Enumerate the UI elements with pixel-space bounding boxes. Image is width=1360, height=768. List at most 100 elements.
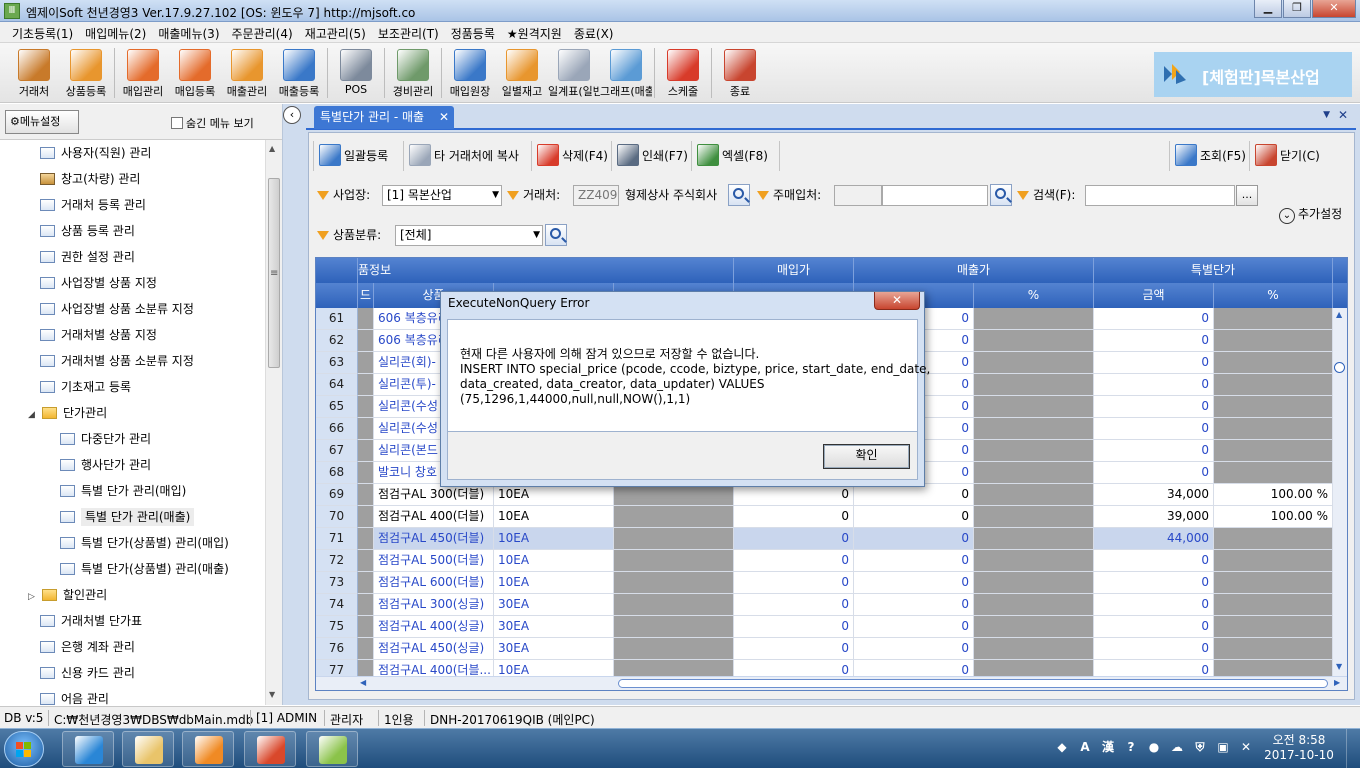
cell-code[interactable] bbox=[358, 550, 374, 572]
menu-tree-item[interactable]: 사업장별 상품 소분류 지정 bbox=[40, 297, 194, 321]
cell-special-pct[interactable] bbox=[1214, 418, 1333, 440]
mute-speaker-icon[interactable]: ✕ bbox=[1236, 737, 1256, 757]
cell-special-amount[interactable]: 0 bbox=[1094, 396, 1214, 418]
toolbar-button-0[interactable]: 거래처 bbox=[8, 45, 60, 101]
menu-tree-item[interactable]: 거래처별 단가표 bbox=[40, 609, 142, 633]
row-number[interactable]: 67 bbox=[316, 440, 358, 462]
menu-tree-item[interactable]: 특별 단가 관리(매출) bbox=[60, 505, 195, 529]
menu-item-3[interactable]: 주문관리(4) bbox=[226, 22, 299, 42]
cell-sell-price[interactable]: 0 bbox=[854, 616, 974, 638]
row-number[interactable]: 66 bbox=[316, 418, 358, 440]
scroll-up-arrow-icon[interactable]: ▲ bbox=[269, 144, 275, 153]
table-row[interactable]: 70 점검구AL 400(더블) 10EA 0 0 39,000 100.00 % bbox=[316, 506, 1333, 528]
toolbar-button-1[interactable]: 상품등록 bbox=[60, 45, 112, 101]
menu-tree-item[interactable]: 창고(차량) 관리 bbox=[40, 167, 140, 191]
help-icon[interactable]: ? bbox=[1121, 737, 1141, 757]
toolbar-button-13[interactable]: 종료 bbox=[714, 45, 766, 101]
cell-special-amount[interactable]: 44,000 bbox=[1094, 528, 1214, 550]
cell-code[interactable] bbox=[358, 528, 374, 550]
cell-sell-pct[interactable] bbox=[974, 660, 1094, 676]
cell-special-amount[interactable]: 0 bbox=[1094, 660, 1214, 676]
cell-sell-pct[interactable] bbox=[974, 638, 1094, 660]
row-number[interactable]: 64 bbox=[316, 374, 358, 396]
tab-special-price-sales[interactable]: 특별단가 관리 - 매출 ✕ bbox=[314, 106, 454, 129]
cell-sell-pct[interactable] bbox=[974, 374, 1094, 396]
client-search-button[interactable] bbox=[728, 184, 750, 206]
taskbar-app-3[interactable] bbox=[244, 731, 296, 767]
taskbar-app-2[interactable] bbox=[182, 731, 234, 767]
cell-sell-pct[interactable] bbox=[974, 396, 1094, 418]
left-panel-scrollbar[interactable]: ▲ ≡ ▼ bbox=[265, 140, 282, 705]
cell-special-amount[interactable]: 0 bbox=[1094, 594, 1214, 616]
cell-special-pct[interactable] bbox=[1214, 462, 1333, 484]
action-button-1[interactable]: 타 거래처에 복사 bbox=[409, 141, 519, 171]
cell-col-4[interactable] bbox=[614, 572, 734, 594]
cell-unit[interactable]: 30EA bbox=[494, 594, 614, 616]
cell-buy-price[interactable]: 0 bbox=[734, 484, 854, 506]
cell-special-amount[interactable]: 0 bbox=[1094, 352, 1214, 374]
scroll-left-arrow-icon[interactable]: ◀ bbox=[360, 678, 366, 687]
menu-tree-item[interactable]: 은행 계좌 관리 bbox=[40, 635, 135, 659]
cell-buy-price[interactable]: 0 bbox=[734, 594, 854, 616]
cell-sell-pct[interactable] bbox=[974, 418, 1094, 440]
taskbar-app-0[interactable] bbox=[62, 731, 114, 767]
cell-col-4[interactable] bbox=[614, 594, 734, 616]
search-more-button[interactable]: ... bbox=[1236, 185, 1258, 206]
cell-unit[interactable]: 10EA bbox=[494, 506, 614, 528]
maximize-button[interactable]: ❐ bbox=[1283, 0, 1311, 18]
row-number[interactable]: 76 bbox=[316, 638, 358, 660]
cell-code[interactable] bbox=[358, 594, 374, 616]
toolbar-button-2[interactable]: 매입관리 bbox=[117, 45, 169, 101]
row-number[interactable]: 77 bbox=[316, 660, 358, 676]
cell-special-pct[interactable] bbox=[1214, 528, 1333, 550]
cell-code[interactable] bbox=[358, 462, 374, 484]
row-number[interactable]: 73 bbox=[316, 572, 358, 594]
table-row[interactable]: 77 점검구AL 400(더블... 10EA 0 0 0 bbox=[316, 660, 1333, 676]
action-button-4[interactable]: 엑셀(F8) bbox=[697, 141, 768, 171]
row-number[interactable]: 61 bbox=[316, 308, 358, 330]
scroll-thumb[interactable] bbox=[618, 679, 1328, 688]
toolbar-button-7[interactable]: 경비관리 bbox=[387, 45, 439, 101]
cell-special-pct[interactable] bbox=[1214, 638, 1333, 660]
cell-unit[interactable]: 10EA bbox=[494, 484, 614, 506]
action-button-2[interactable]: 삭제(F4) bbox=[537, 141, 608, 171]
cell-special-pct[interactable] bbox=[1214, 594, 1333, 616]
cell-buy-price[interactable]: 0 bbox=[734, 572, 854, 594]
cell-sell-price[interactable]: 0 bbox=[854, 550, 974, 572]
table-row[interactable]: 72 점검구AL 500(더블) 10EA 0 0 0 bbox=[316, 550, 1333, 572]
cell-special-amount[interactable]: 0 bbox=[1094, 616, 1214, 638]
menu-tree-item[interactable]: 기초재고 등록 bbox=[40, 375, 131, 399]
menu-item-1[interactable]: 매입메뉴(2) bbox=[79, 22, 152, 42]
cell-special-amount[interactable]: 0 bbox=[1094, 440, 1214, 462]
header-special-price[interactable]: 특별단가 bbox=[1094, 258, 1333, 283]
cell-product-name[interactable]: 점검구AL 400(더블) bbox=[374, 506, 494, 528]
cell-special-amount[interactable]: 0 bbox=[1094, 418, 1214, 440]
show-desktop-button[interactable] bbox=[1346, 729, 1360, 768]
toolbar-button-11[interactable]: 그래프(매출) bbox=[600, 45, 652, 101]
search-input[interactable] bbox=[1085, 185, 1235, 206]
menu-tree-item[interactable]: 어음 관리 bbox=[40, 687, 109, 705]
cell-buy-price[interactable]: 0 bbox=[734, 660, 854, 676]
cell-code[interactable] bbox=[358, 418, 374, 440]
toolbar-button-8[interactable]: 매입원장 bbox=[444, 45, 496, 101]
main-buyer-search-button[interactable] bbox=[990, 184, 1012, 206]
cell-product-name[interactable]: 점검구AL 600(더블) bbox=[374, 572, 494, 594]
cell-buy-price[interactable]: 0 bbox=[734, 506, 854, 528]
cell-code[interactable] bbox=[358, 572, 374, 594]
cell-unit[interactable]: 10EA bbox=[494, 660, 614, 676]
cell-sell-pct[interactable] bbox=[974, 484, 1094, 506]
cell-buy-price[interactable]: 0 bbox=[734, 550, 854, 572]
toolbar-button-9[interactable]: 일별재고 bbox=[496, 45, 548, 101]
tree-expander-icon[interactable]: ◢ bbox=[28, 403, 38, 427]
tree-expander-icon[interactable]: ▷ bbox=[28, 585, 38, 609]
cell-special-pct[interactable] bbox=[1214, 352, 1333, 374]
cell-sell-price[interactable]: 0 bbox=[854, 528, 974, 550]
tab-strip-close-icon[interactable]: ✕ bbox=[1338, 108, 1348, 122]
cell-special-pct[interactable] bbox=[1214, 616, 1333, 638]
cell-special-pct[interactable] bbox=[1214, 308, 1333, 330]
row-number[interactable]: 70 bbox=[316, 506, 358, 528]
menu-tree-item[interactable]: 특별 단가(상품별) 관리(매입) bbox=[60, 531, 229, 555]
action-button-3[interactable]: 인쇄(F7) bbox=[617, 141, 688, 171]
dialog-close-button[interactable]: ✕ bbox=[874, 292, 920, 310]
cell-sell-pct[interactable] bbox=[974, 528, 1094, 550]
